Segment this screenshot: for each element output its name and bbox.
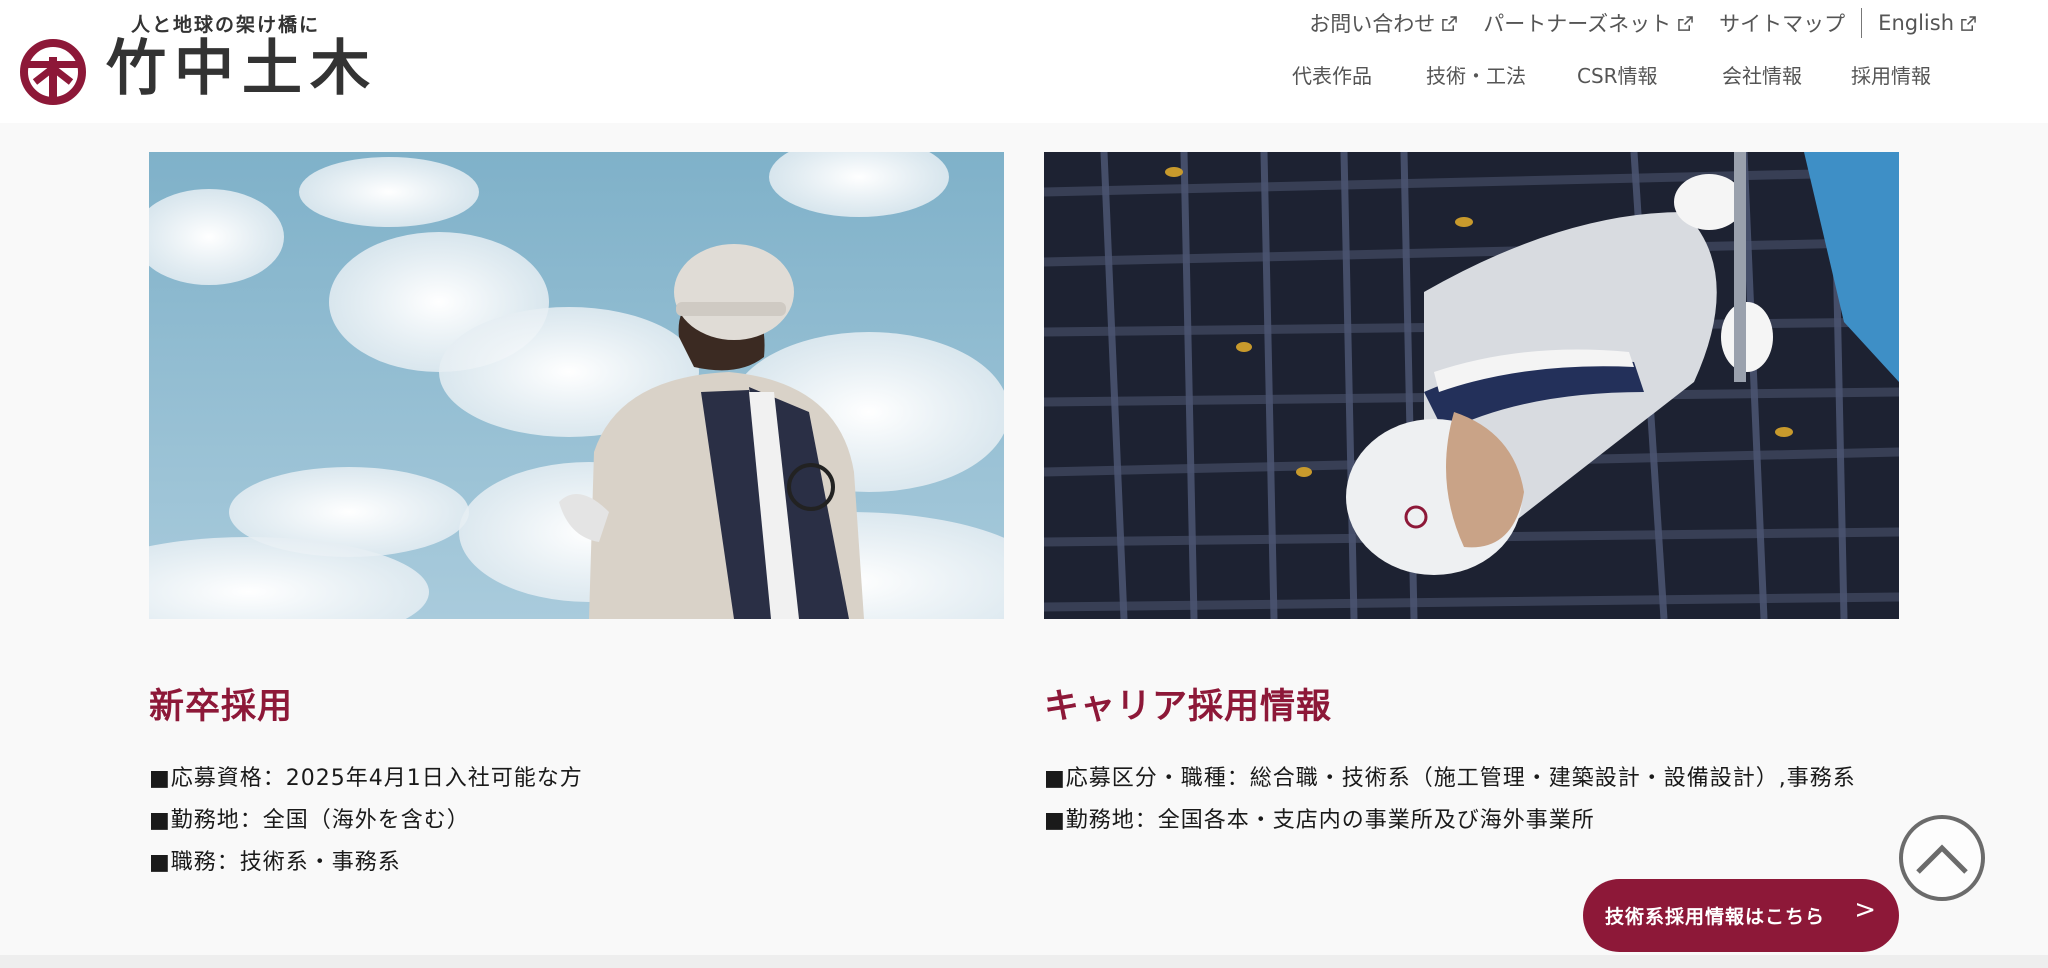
sitemap-link[interactable]: サイトマップ (1719, 8, 1845, 38)
career-photo[interactable] (1044, 152, 1899, 619)
detail-line: ■応募資格：2025年4月1日入社可能な方 (149, 766, 583, 791)
chevron-up-icon (1916, 844, 1968, 874)
detail-line: ■勤務地：全国（海外を含む） (149, 808, 470, 833)
new-graduate-photo[interactable] (149, 152, 1004, 619)
page-bottom-strip (0, 955, 2048, 968)
english-link-label: English (1878, 11, 1954, 35)
technical-recruit-label: 技術系採用情報はこちら (1605, 906, 1826, 928)
nav-csr[interactable]: CSR情報 (1577, 60, 1658, 89)
nav-technology[interactable]: 技術・工法 (1426, 60, 1526, 89)
external-link-icon (1442, 15, 1458, 31)
site-header: 人と地球の架け橋に 竹中土木 お問い合わせ パートナーズネット サイトマップ E… (0, 0, 2048, 123)
contact-link[interactable]: お問い合わせ (1309, 8, 1458, 38)
detail-line: ■勤務地：全国各本・支店内の事業所及び海外事業所 (1044, 808, 1595, 833)
nav-works[interactable]: 代表作品 (1292, 60, 1372, 89)
new-graduate-details: ■応募資格：2025年4月1日入社可能な方 ■勤務地：全国（海外を含む） ■職務… (149, 758, 583, 884)
company-mark-icon (20, 39, 86, 105)
career-details: ■応募区分・職種：総合職・技術系（施工管理・建築設計・設備設計）,事務系 ■勤務… (1044, 758, 1856, 842)
brand-name: 竹中土木 (106, 34, 378, 104)
worker-rebar-image (1044, 152, 1899, 619)
utility-nav: お問い合わせ パートナーズネット サイトマップ English (1283, 8, 1976, 38)
nav-company[interactable]: 会社情報 (1722, 60, 1802, 89)
nav-recruit[interactable]: 採用情報 (1851, 60, 1931, 89)
detail-line: ■職務：技術系・事務系 (149, 850, 401, 875)
technical-recruit-button[interactable]: 技術系採用情報はこちら > (1583, 879, 1899, 952)
english-link[interactable]: English (1878, 11, 1976, 35)
nav-divider (1861, 8, 1863, 38)
external-link-icon (1678, 15, 1693, 31)
partners-net-link-label: パートナーズネット (1483, 12, 1672, 36)
external-link-icon (1961, 15, 1976, 31)
brand-tagline: 人と地球の架け橋に (131, 14, 321, 36)
partners-net-link[interactable]: パートナーズネット (1483, 8, 1693, 38)
worker-sky-image (149, 152, 1004, 619)
site-logo[interactable]: 人と地球の架け橋に 竹中土木 (18, 8, 370, 108)
career-title[interactable]: キャリア採用情報 (1044, 678, 1332, 729)
contact-link-label: お問い合わせ (1309, 12, 1436, 36)
new-graduate-title[interactable]: 新卒採用 (149, 678, 293, 729)
back-to-top-button[interactable] (1899, 815, 1985, 901)
sitemap-link-label: サイトマップ (1719, 12, 1846, 36)
global-nav: 代表作品 技術・工法 CSR情報 会社情報 採用情報 (1250, 60, 1950, 96)
detail-line: ■応募区分・職種：総合職・技術系（施工管理・建築設計・設備設計）,事務系 (1044, 766, 1856, 791)
arrow-right-icon: > (1854, 895, 1877, 925)
